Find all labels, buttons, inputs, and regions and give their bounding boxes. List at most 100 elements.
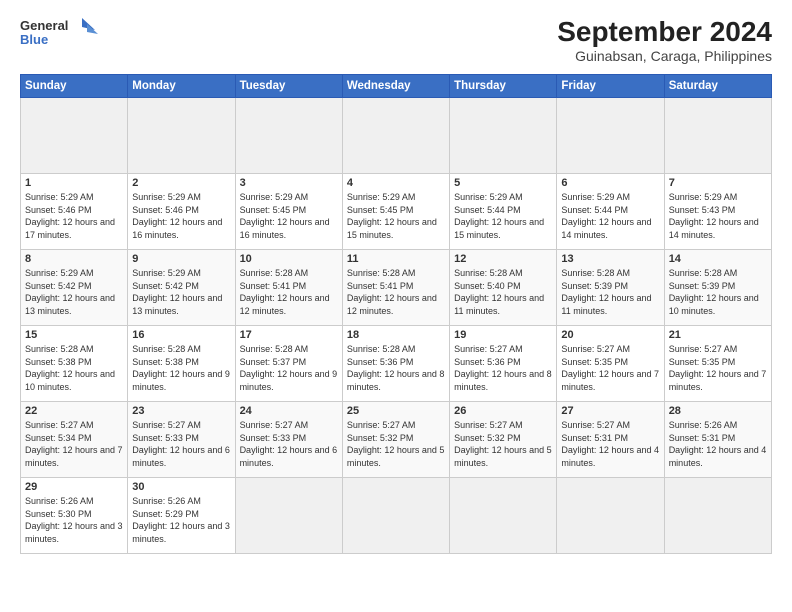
day-number: 10 bbox=[240, 253, 338, 265]
day-info: Sunrise: 5:29 AMSunset: 5:45 PMDaylight:… bbox=[347, 191, 445, 241]
day-number: 4 bbox=[347, 177, 445, 189]
day-number: 27 bbox=[561, 405, 659, 417]
day-number: 17 bbox=[240, 329, 338, 341]
calendar-week-row: 1 Sunrise: 5:29 AMSunset: 5:46 PMDaylight… bbox=[21, 174, 772, 250]
calendar-cell: 17 Sunrise: 5:28 AMSunset: 5:37 PMDayligh… bbox=[235, 326, 342, 402]
calendar-cell: 2 Sunrise: 5:29 AMSunset: 5:46 PMDaylight… bbox=[128, 174, 235, 250]
calendar-cell: 19 Sunrise: 5:27 AMSunset: 5:36 PMDayligh… bbox=[450, 326, 557, 402]
calendar-cell: 20Sunrise: 5:27 AMSunset: 5:35 PMDayligh… bbox=[557, 326, 664, 402]
calendar-cell bbox=[450, 98, 557, 174]
calendar-cell: 10 Sunrise: 5:28 AMSunset: 5:41 PMDayligh… bbox=[235, 250, 342, 326]
calendar-cell: 14Sunrise: 5:28 AMSunset: 5:39 PMDayligh… bbox=[664, 250, 771, 326]
calendar-cell: 22 Sunrise: 5:27 AMSunset: 5:34 PMDayligh… bbox=[21, 402, 128, 478]
calendar-cell: 23Sunrise: 5:27 AMSunset: 5:33 PMDayligh… bbox=[128, 402, 235, 478]
day-info: Sunrise: 5:28 AMSunset: 5:38 PMDaylight:… bbox=[25, 343, 123, 393]
col-monday: Monday bbox=[128, 75, 235, 98]
day-number: 23 bbox=[132, 405, 230, 417]
calendar-week-row bbox=[21, 98, 772, 174]
day-info: Sunrise: 5:29 AMSunset: 5:45 PMDaylight:… bbox=[240, 191, 338, 241]
calendar-week-row: 15 Sunrise: 5:28 AMSunset: 5:38 PMDayligh… bbox=[21, 326, 772, 402]
day-info: Sunrise: 5:28 AMSunset: 5:38 PMDaylight:… bbox=[132, 343, 230, 393]
day-info: Sunrise: 5:27 AMSunset: 5:35 PMDaylight:… bbox=[561, 343, 659, 393]
day-info: Sunrise: 5:26 AMSunset: 5:30 PMDaylight:… bbox=[25, 495, 123, 545]
day-number: 14 bbox=[669, 253, 767, 265]
day-number: 21 bbox=[669, 329, 767, 341]
calendar-cell: 8 Sunrise: 5:29 AMSunset: 5:42 PMDaylight… bbox=[21, 250, 128, 326]
day-number: 6 bbox=[561, 177, 659, 189]
day-number: 12 bbox=[454, 253, 552, 265]
day-number: 29 bbox=[25, 481, 123, 493]
day-number: 16 bbox=[132, 329, 230, 341]
col-sunday: Sunday bbox=[21, 75, 128, 98]
calendar-header-row: Sunday Monday Tuesday Wednesday Thursday… bbox=[21, 75, 772, 98]
calendar-cell bbox=[235, 478, 342, 554]
day-number: 1 bbox=[25, 177, 123, 189]
day-info: Sunrise: 5:27 AMSunset: 5:32 PMDaylight:… bbox=[454, 419, 552, 469]
day-number: 24 bbox=[240, 405, 338, 417]
calendar-cell: 3Sunrise: 5:29 AMSunset: 5:45 PMDaylight… bbox=[235, 174, 342, 250]
calendar-week-row: 29 Sunrise: 5:26 AMSunset: 5:30 PMDayligh… bbox=[21, 478, 772, 554]
day-number: 26 bbox=[454, 405, 552, 417]
col-tuesday: Tuesday bbox=[235, 75, 342, 98]
day-number: 7 bbox=[669, 177, 767, 189]
day-number: 19 bbox=[454, 329, 552, 341]
calendar-cell: 29 Sunrise: 5:26 AMSunset: 5:30 PMDayligh… bbox=[21, 478, 128, 554]
calendar-cell bbox=[557, 98, 664, 174]
calendar-cell bbox=[664, 98, 771, 174]
day-number: 11 bbox=[347, 253, 445, 265]
day-info: Sunrise: 5:28 AMSunset: 5:40 PMDaylight:… bbox=[454, 267, 552, 317]
calendar-cell: 21 Sunrise: 5:27 AMSunset: 5:35 PMDayligh… bbox=[664, 326, 771, 402]
calendar-cell: 27 Sunrise: 5:27 AMSunset: 5:31 PMDayligh… bbox=[557, 402, 664, 478]
title-block: September 2024 Guinabsan, Caraga, Philip… bbox=[557, 16, 772, 64]
calendar-cell: 18Sunrise: 5:28 AMSunset: 5:36 PMDayligh… bbox=[342, 326, 449, 402]
calendar-cell: 25Sunrise: 5:27 AMSunset: 5:32 PMDayligh… bbox=[342, 402, 449, 478]
calendar-cell: 12 Sunrise: 5:28 AMSunset: 5:40 PMDayligh… bbox=[450, 250, 557, 326]
page-title: September 2024 bbox=[557, 16, 772, 48]
day-info: Sunrise: 5:27 AMSunset: 5:33 PMDaylight:… bbox=[240, 419, 338, 469]
page-subtitle: Guinabsan, Caraga, Philippines bbox=[557, 48, 772, 64]
day-number: 18 bbox=[347, 329, 445, 341]
calendar-week-row: 22 Sunrise: 5:27 AMSunset: 5:34 PMDayligh… bbox=[21, 402, 772, 478]
calendar-cell: 9Sunrise: 5:29 AMSunset: 5:42 PMDaylight… bbox=[128, 250, 235, 326]
col-wednesday: Wednesday bbox=[342, 75, 449, 98]
day-info: Sunrise: 5:28 AMSunset: 5:41 PMDaylight:… bbox=[240, 267, 338, 317]
calendar-cell bbox=[235, 98, 342, 174]
day-number: 13 bbox=[561, 253, 659, 265]
day-number: 28 bbox=[669, 405, 767, 417]
day-info: Sunrise: 5:27 AMSunset: 5:31 PMDaylight:… bbox=[561, 419, 659, 469]
day-number: 30 bbox=[132, 481, 230, 493]
day-info: Sunrise: 5:29 AMSunset: 5:44 PMDaylight:… bbox=[454, 191, 552, 241]
calendar-cell bbox=[128, 98, 235, 174]
day-info: Sunrise: 5:27 AMSunset: 5:34 PMDaylight:… bbox=[25, 419, 123, 469]
calendar-cell: 16 Sunrise: 5:28 AMSunset: 5:38 PMDayligh… bbox=[128, 326, 235, 402]
day-info: Sunrise: 5:28 AMSunset: 5:39 PMDaylight:… bbox=[561, 267, 659, 317]
calendar-cell: 1 Sunrise: 5:29 AMSunset: 5:46 PMDaylight… bbox=[21, 174, 128, 250]
calendar-cell: 6 Sunrise: 5:29 AMSunset: 5:44 PMDaylight… bbox=[557, 174, 664, 250]
day-info: Sunrise: 5:28 AMSunset: 5:37 PMDaylight:… bbox=[240, 343, 338, 393]
day-number: 8 bbox=[25, 253, 123, 265]
day-info: Sunrise: 5:29 AMSunset: 5:44 PMDaylight:… bbox=[561, 191, 659, 241]
day-info: Sunrise: 5:29 AMSunset: 5:42 PMDaylight:… bbox=[25, 267, 123, 317]
calendar-cell: 5Sunrise: 5:29 AMSunset: 5:44 PMDaylight… bbox=[450, 174, 557, 250]
day-info: Sunrise: 5:29 AMSunset: 5:46 PMDaylight:… bbox=[132, 191, 230, 241]
calendar-cell: 28Sunrise: 5:26 AMSunset: 5:31 PMDayligh… bbox=[664, 402, 771, 478]
day-info: Sunrise: 5:29 AMSunset: 5:46 PMDaylight:… bbox=[25, 191, 123, 241]
calendar-cell: 11 Sunrise: 5:28 AMSunset: 5:41 PMDayligh… bbox=[342, 250, 449, 326]
calendar-cell bbox=[450, 478, 557, 554]
calendar-cell bbox=[342, 478, 449, 554]
calendar-cell: 30Sunrise: 5:26 AMSunset: 5:29 PMDayligh… bbox=[128, 478, 235, 554]
day-info: Sunrise: 5:27 AMSunset: 5:36 PMDaylight:… bbox=[454, 343, 552, 393]
day-number: 22 bbox=[25, 405, 123, 417]
svg-text:Blue: Blue bbox=[20, 32, 48, 47]
col-friday: Friday bbox=[557, 75, 664, 98]
day-number: 25 bbox=[347, 405, 445, 417]
day-info: Sunrise: 5:28 AMSunset: 5:41 PMDaylight:… bbox=[347, 267, 445, 317]
day-number: 15 bbox=[25, 329, 123, 341]
day-number: 2 bbox=[132, 177, 230, 189]
day-number: 9 bbox=[132, 253, 230, 265]
day-info: Sunrise: 5:27 AMSunset: 5:35 PMDaylight:… bbox=[669, 343, 767, 393]
calendar-cell: 13 Sunrise: 5:28 AMSunset: 5:39 PMDayligh… bbox=[557, 250, 664, 326]
col-thursday: Thursday bbox=[450, 75, 557, 98]
calendar-cell bbox=[342, 98, 449, 174]
calendar-cell bbox=[557, 478, 664, 554]
